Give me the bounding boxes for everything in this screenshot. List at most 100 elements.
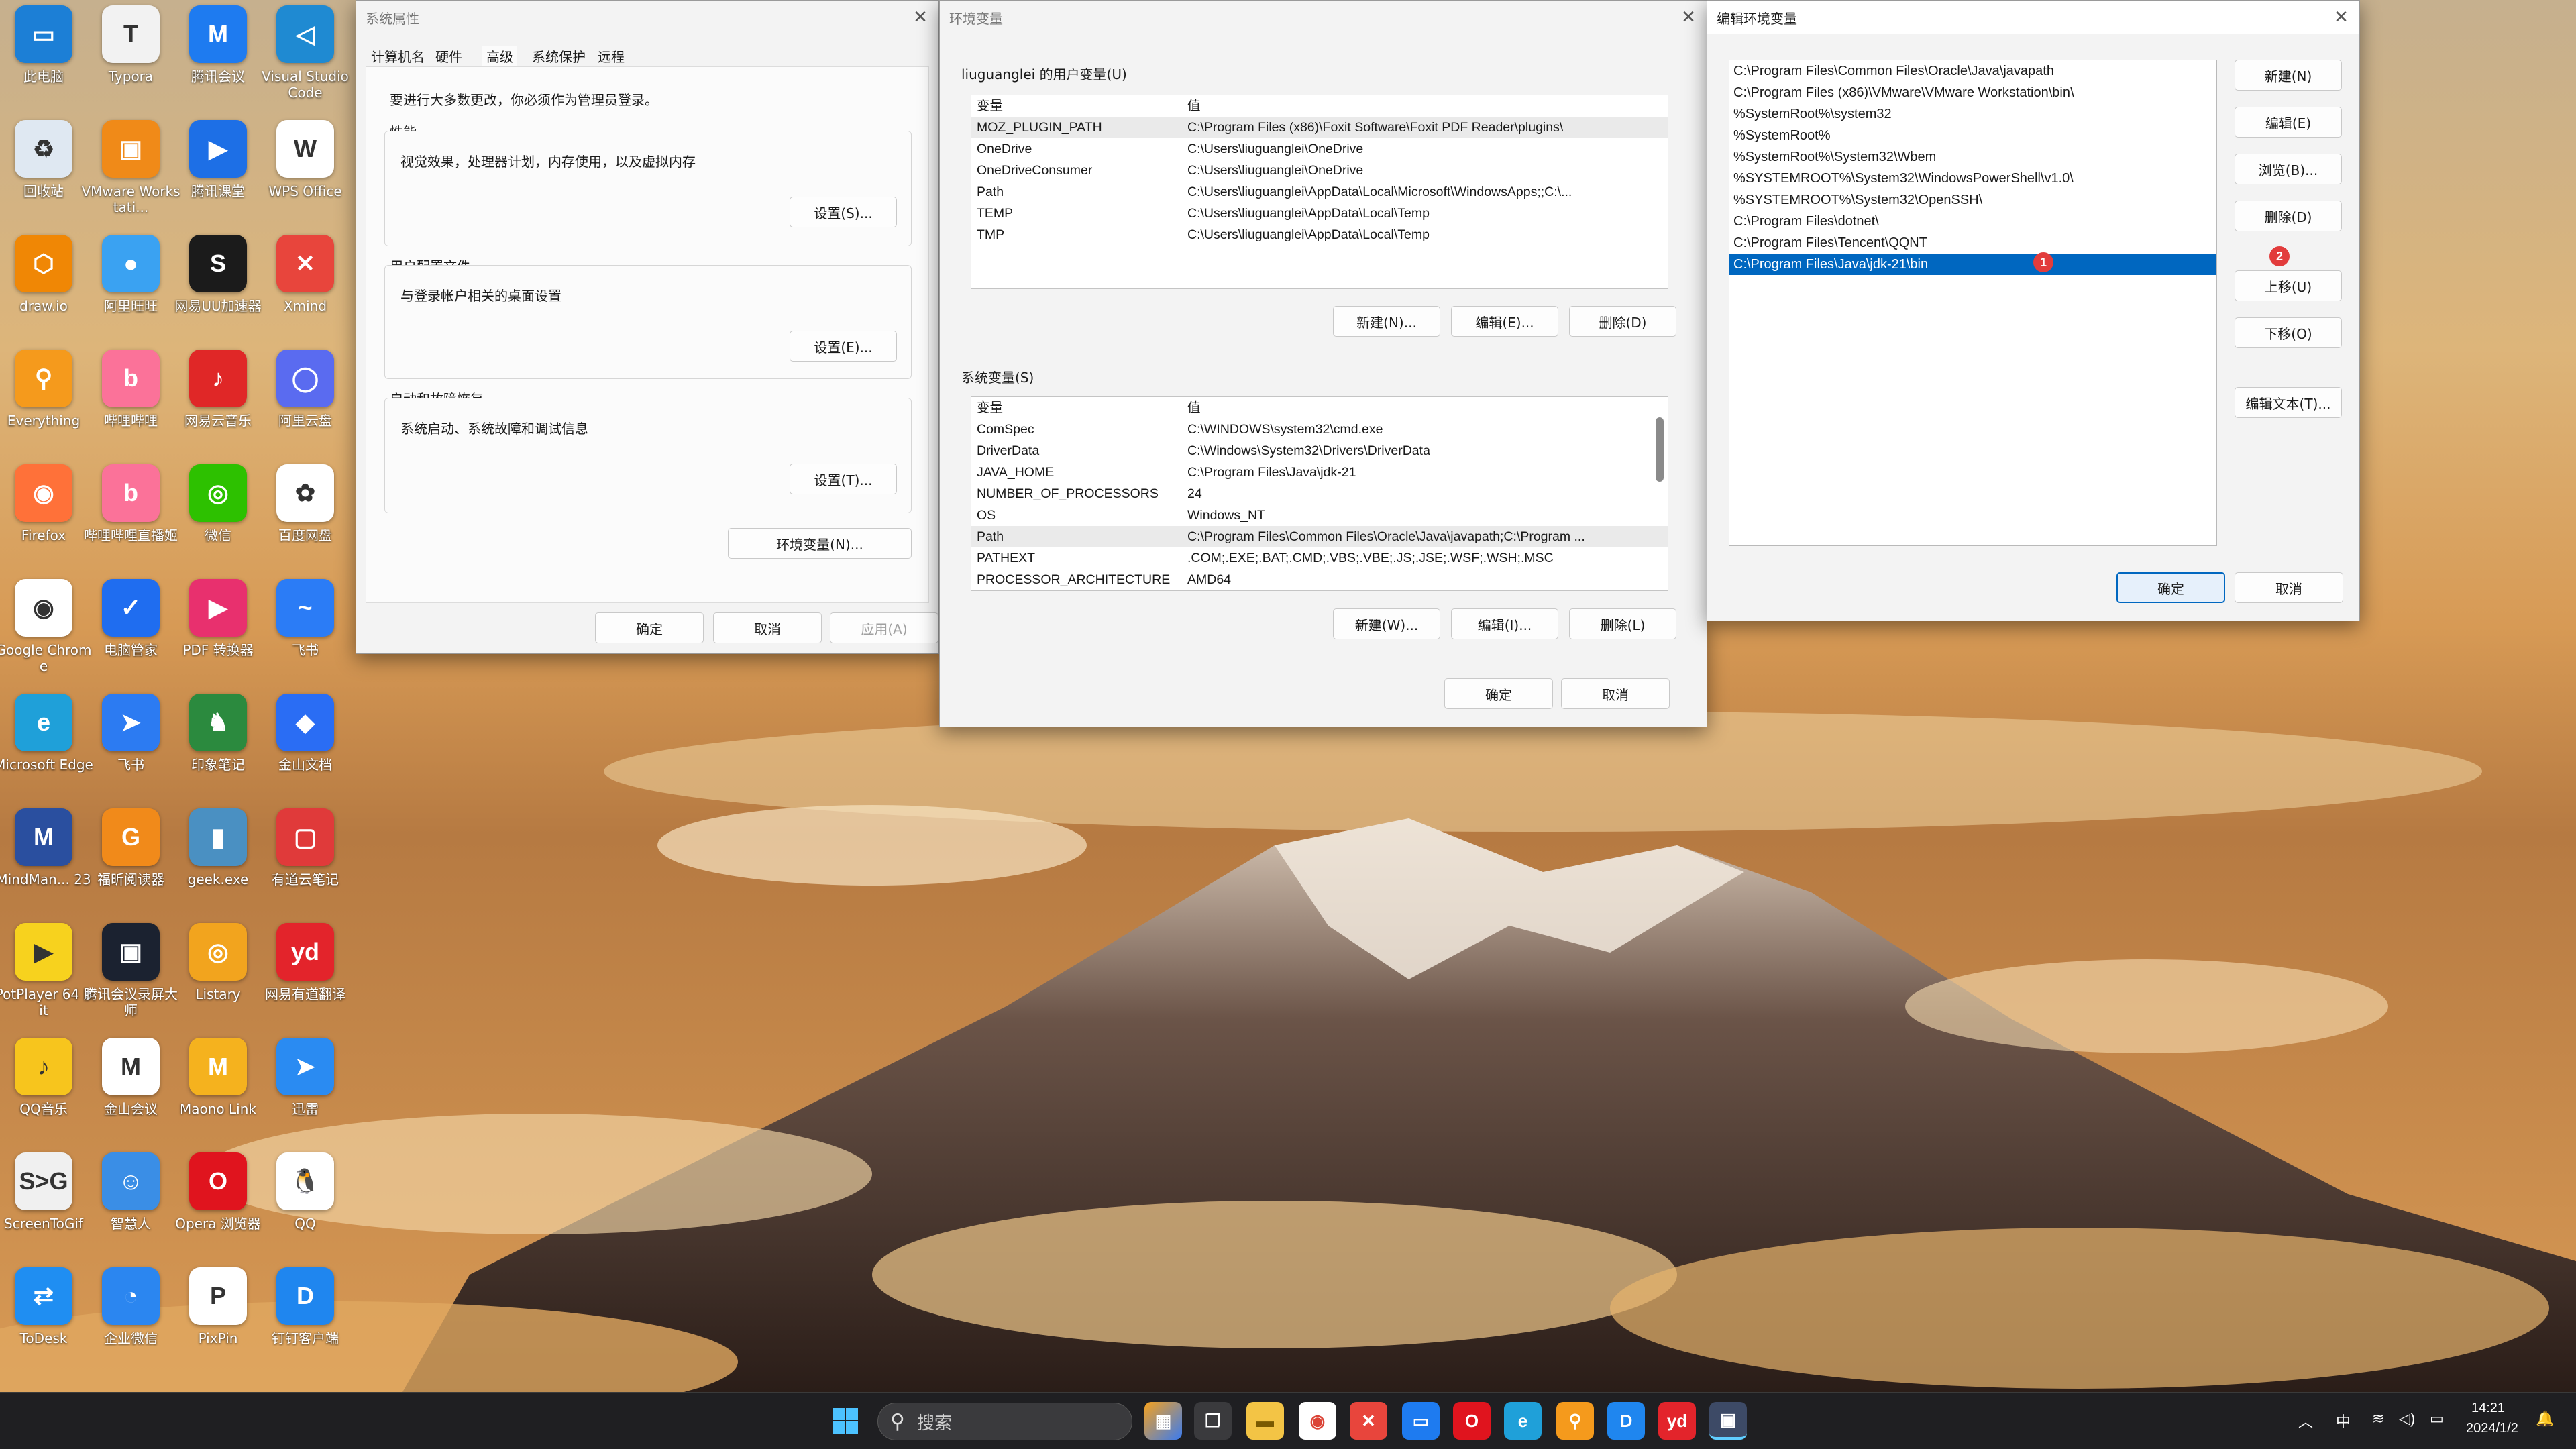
- environment-variables-button[interactable]: 环境变量(N)...: [728, 528, 912, 559]
- opera-taskbar-icon[interactable]: O: [1453, 1402, 1491, 1440]
- desktop-icon[interactable]: T Typora: [80, 5, 181, 116]
- chevron-up-icon[interactable]: ︿: [2298, 1410, 2313, 1432]
- clock-time[interactable]: 14:21: [2471, 1401, 2505, 1416]
- desktop-icon[interactable]: ☺ 智慧人: [80, 1152, 181, 1263]
- table-row[interactable]: TMP C:\Users\liuguanglei\AppData\Local\Te…: [971, 224, 1668, 246]
- system-properties-taskbar-icon[interactable]: ▣: [1709, 1402, 1747, 1440]
- wifi-icon[interactable]: ≋: [2372, 1410, 2384, 1428]
- table-row[interactable]: PROCESSOR_ARCHITECTURE AMD64: [971, 569, 1668, 590]
- desktop-icon[interactable]: O Opera 浏览器: [168, 1152, 268, 1263]
- new-path-button[interactable]: 新建(N): [2235, 60, 2342, 91]
- system-variables-table[interactable]: 变量 值 ComSpec C:\WINDOWS\system32\cmd.exe D…: [971, 396, 1668, 591]
- desktop-icon[interactable]: ◉ Google Chrome: [0, 579, 94, 690]
- path-entry[interactable]: %SYSTEMROOT%\System32\OpenSSH\: [1729, 189, 2216, 211]
- desktop-icon[interactable]: ◁ Visual Studio Code: [255, 5, 356, 116]
- desktop-icon[interactable]: ✓ 电脑管家: [80, 579, 181, 690]
- desktop-icon[interactable]: ➤ 飞书: [80, 694, 181, 804]
- desktop-icon[interactable]: e Microsoft Edge: [0, 694, 94, 804]
- desktop-icon[interactable]: ▶ PotPlayer 64 bit: [0, 923, 94, 1034]
- path-entry[interactable]: %SYSTEMROOT%\System32\WindowsPowerShell\…: [1729, 168, 2216, 189]
- desktop-icon[interactable]: ⬡ draw.io: [0, 235, 94, 345]
- desktop-icon[interactable]: M 腾讯会议: [168, 5, 268, 116]
- desktop-icon[interactable]: ~ 飞书: [255, 579, 356, 690]
- table-row[interactable]: OneDrive C:\Users\liuguanglei\OneDrive: [971, 138, 1668, 160]
- table-row[interactable]: NUMBER_OF_PROCESSORS 24: [971, 483, 1668, 504]
- taskbar-search-box[interactable]: ⚲ 搜索: [877, 1403, 1132, 1440]
- desktop-icon[interactable]: ▶ PDF 转换器: [168, 579, 268, 690]
- system-new-button[interactable]: 新建(W)...: [1333, 608, 1440, 639]
- user-edit-button[interactable]: 编辑(E)...: [1451, 306, 1558, 337]
- speaker-icon[interactable]: ◁): [2399, 1410, 2415, 1428]
- desktop-icon[interactable]: S 网易UU加速器: [168, 235, 268, 345]
- desktop-icon[interactable]: ▶ 腾讯课堂: [168, 120, 268, 231]
- system-edit-button[interactable]: 编辑(I)...: [1451, 608, 1558, 639]
- edge-taskbar-icon[interactable]: e: [1504, 1402, 1542, 1440]
- path-entry[interactable]: C:\Program Files\Tencent\QQNT: [1729, 232, 2216, 254]
- close-icon[interactable]: ✕: [910, 7, 930, 28]
- desktop-icon[interactable]: ◉ Firefox: [0, 464, 94, 575]
- desktop-icon[interactable]: W WPS Office: [255, 120, 356, 231]
- tab-hardware[interactable]: 硬件: [435, 46, 462, 66]
- desktop-icon[interactable]: ▭ 此电脑: [0, 5, 94, 116]
- desktop-icon[interactable]: ◯ 阿里云盘: [255, 350, 356, 460]
- desktop-icon[interactable]: ◎ 微信: [168, 464, 268, 575]
- path-entry[interactable]: %SystemRoot%\system32: [1729, 103, 2216, 125]
- edit-text-button[interactable]: 编辑文本(T)...: [2235, 387, 2342, 418]
- desktop-icon[interactable]: ♪ 网易云音乐: [168, 350, 268, 460]
- widgets-icon[interactable]: ▦: [1144, 1402, 1182, 1440]
- desktop-icon[interactable]: ▮ geek.exe: [168, 808, 268, 919]
- path-entry[interactable]: C:\Program Files\Java\jdk-21\bin: [1729, 254, 2216, 275]
- apply-button[interactable]: 应用(A): [830, 612, 938, 643]
- cancel-button[interactable]: 取消: [2235, 572, 2343, 603]
- user-new-button[interactable]: 新建(N)...: [1333, 306, 1440, 337]
- table-row[interactable]: JAVA_HOME C:\Program Files\Java\jdk-21: [971, 462, 1668, 483]
- browse-button[interactable]: 浏览(B)...: [2235, 154, 2342, 184]
- desktop-icon[interactable]: ● 阿里旺旺: [80, 235, 181, 345]
- battery-icon[interactable]: ▭: [2430, 1410, 2444, 1428]
- system-delete-button[interactable]: 删除(L): [1569, 608, 1676, 639]
- desktop-icon[interactable]: D 钉钉客户端: [255, 1267, 356, 1378]
- clock-date[interactable]: 2024/1/2: [2466, 1421, 2518, 1436]
- table-row[interactable]: OS Windows_NT: [971, 504, 1668, 526]
- ok-button[interactable]: 确定: [2116, 572, 2225, 603]
- table-row[interactable]: Path C:\Users\liuguanglei\AppData\Local\M…: [971, 181, 1668, 203]
- desktop-icon[interactable]: ➤ 迅雷: [255, 1038, 356, 1148]
- desktop-icon[interactable]: yd 网易有道翻译: [255, 923, 356, 1034]
- scrollbar-thumb[interactable]: [1656, 417, 1664, 482]
- start-button[interactable]: [826, 1402, 864, 1440]
- desktop-icon[interactable]: ♪ QQ音乐: [0, 1038, 94, 1148]
- desktop-icon[interactable]: ♞ 印象笔记: [168, 694, 268, 804]
- tab-advanced[interactable]: 高级: [482, 46, 517, 66]
- desktop-icon[interactable]: G 福昕阅读器: [80, 808, 181, 919]
- desktop-icon[interactable]: b 哔哩哔哩: [80, 350, 181, 460]
- desktop-icon[interactable]: M 金山会议: [80, 1038, 181, 1148]
- user-delete-button[interactable]: 删除(D): [1569, 306, 1676, 337]
- move-down-button[interactable]: 下移(O): [2235, 317, 2342, 348]
- tencent-meeting-taskbar-icon[interactable]: ▭: [1402, 1402, 1440, 1440]
- desktop-icon[interactable]: ⚲ Everything: [0, 350, 94, 460]
- desktop-icon[interactable]: ◔ 企业微信: [80, 1267, 181, 1378]
- desktop-icon[interactable]: M MindMan... 23: [0, 808, 94, 919]
- notification-bell-icon[interactable]: 🔔: [2536, 1410, 2554, 1428]
- desktop-icon[interactable]: b 哔哩哔哩直播姬: [80, 464, 181, 575]
- task-view-icon[interactable]: ❐: [1194, 1402, 1232, 1440]
- delete-path-button[interactable]: 删除(D): [2235, 201, 2342, 231]
- user-variables-table[interactable]: 变量 值 MOZ_PLUGIN_PATH C:\Program Files (x8…: [971, 95, 1668, 289]
- startup-settings-button[interactable]: 设置(T)...: [790, 464, 897, 494]
- file-explorer-icon[interactable]: ▬: [1246, 1402, 1284, 1440]
- desktop-icon[interactable]: M Maono Link: [168, 1038, 268, 1148]
- ime-indicator[interactable]: 中: [2336, 1410, 2351, 1432]
- environment-variables-titlebar[interactable]: 环境变量 ✕: [940, 1, 1707, 34]
- path-entry[interactable]: C:\Program Files\Common Files\Oracle\Jav…: [1729, 60, 2216, 82]
- close-icon[interactable]: ✕: [1678, 7, 1699, 28]
- desktop-icon[interactable]: ⇄ ToDesk: [0, 1267, 94, 1378]
- table-row[interactable]: MOZ_PLUGIN_PATH C:\Program Files (x86)\Fo…: [971, 117, 1668, 138]
- tab-computer-name[interactable]: 计算机名: [371, 46, 425, 66]
- tab-remote[interactable]: 远程: [598, 46, 625, 66]
- path-entry[interactable]: C:\Program Files\dotnet\: [1729, 211, 2216, 232]
- table-row[interactable]: ComSpec C:\WINDOWS\system32\cmd.exe: [971, 419, 1668, 440]
- ok-button[interactable]: 确定: [1444, 678, 1553, 709]
- desktop-icon[interactable]: P PixPin: [168, 1267, 268, 1378]
- ok-button[interactable]: 确定: [595, 612, 704, 643]
- profile-settings-button[interactable]: 设置(E)...: [790, 331, 897, 362]
